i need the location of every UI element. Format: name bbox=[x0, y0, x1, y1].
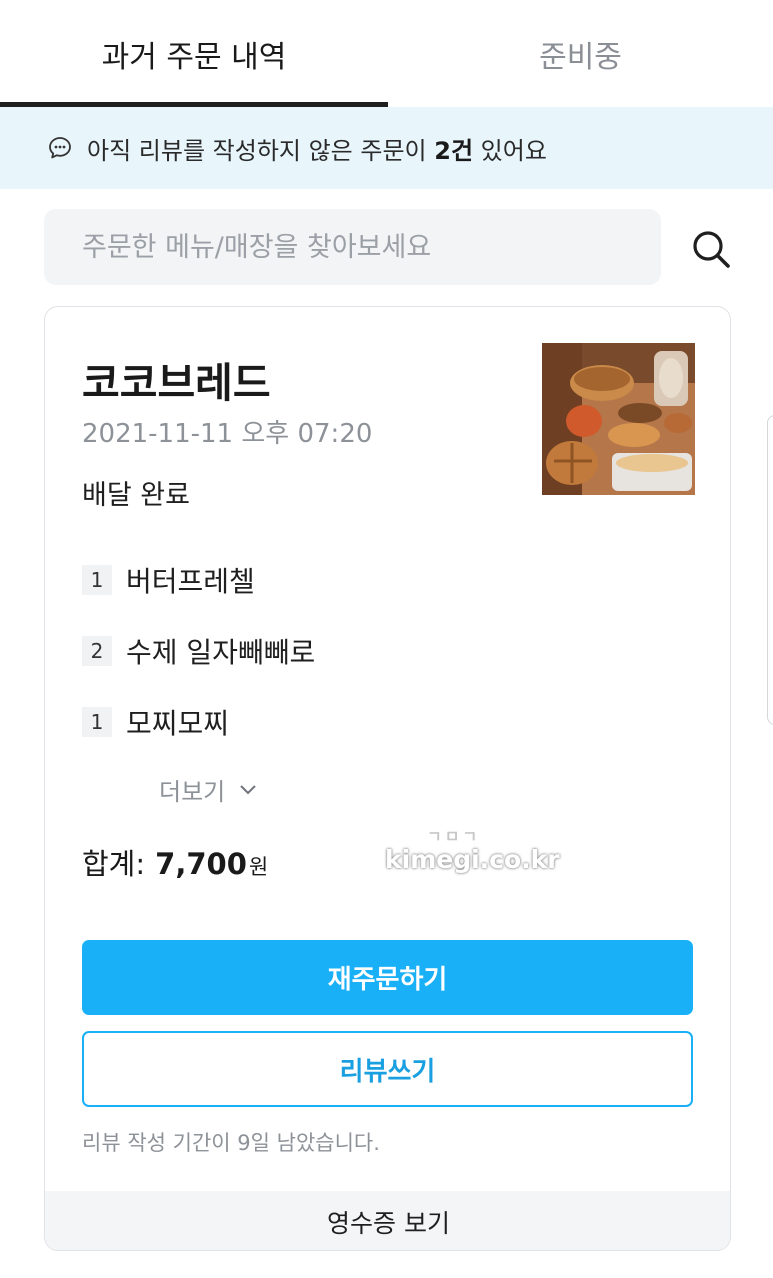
watermark-text: kimegi.co.kr bbox=[385, 845, 560, 874]
total-currency-unit: 원 bbox=[248, 855, 269, 879]
chevron-down-icon bbox=[240, 784, 256, 794]
search-input[interactable] bbox=[82, 231, 642, 263]
order-date: 2021-11-11 오후 07:20 bbox=[82, 419, 373, 449]
order-item: 2 수제 일자빼빼로 bbox=[82, 631, 315, 671]
item-name: 모찌모찌 bbox=[126, 707, 230, 740]
watermark-logo-text: ㄱㅁㄱ bbox=[427, 827, 481, 846]
notice-text-prefix: 아직 리뷰를 작성하지 않은 주문이 bbox=[87, 136, 435, 165]
view-receipt-button[interactable]: 영수증 보기 bbox=[45, 1191, 730, 1250]
item-name: 수제 일자빼빼로 bbox=[126, 636, 316, 669]
watermark: ㄱㅁㄱ kimegi.co.kr bbox=[385, 823, 560, 883]
order-item: 1 모찌모찌 bbox=[82, 702, 229, 742]
order-item: 1 버터프레첼 bbox=[82, 560, 255, 600]
chat-bubble-icon bbox=[49, 137, 71, 159]
store-name[interactable]: 코코브레드 bbox=[82, 349, 271, 409]
item-quantity: 1 bbox=[82, 565, 112, 595]
item-quantity: 2 bbox=[82, 636, 112, 666]
scroll-hint-edge bbox=[767, 415, 773, 725]
order-card: 코코브레드 2021-11-11 오후 07:20 배달 완료 1 버터프레첼 … bbox=[44, 306, 731, 1251]
item-quantity: 1 bbox=[82, 707, 112, 737]
search-box bbox=[44, 209, 661, 285]
review-period-text: 리뷰 작성 기간이 9일 남았습니다. bbox=[82, 1131, 380, 1155]
total-amount: 7,700 bbox=[155, 847, 247, 881]
item-name: 버터프레첼 bbox=[126, 565, 255, 598]
more-items-label: 더보기 bbox=[159, 778, 226, 806]
tab-preparing[interactable]: 준비중 bbox=[388, 0, 773, 107]
order-status: 배달 완료 bbox=[82, 480, 190, 511]
reorder-button[interactable]: 재주문하기 bbox=[82, 940, 693, 1015]
review-notice-banner: 아직 리뷰를 작성하지 않은 주문이 2건 있어요 bbox=[0, 107, 773, 189]
search-icon[interactable] bbox=[690, 228, 732, 270]
notice-text-suffix: 있어요 bbox=[473, 136, 547, 165]
notice-count: 2건 bbox=[434, 136, 474, 165]
store-thumbnail-image bbox=[542, 343, 695, 495]
total-label: 합계: bbox=[82, 847, 146, 881]
write-review-button[interactable]: 리뷰쓰기 bbox=[82, 1031, 693, 1107]
tab-bar: 과거 주문 내역 준비중 bbox=[0, 0, 773, 107]
order-total: 합계: 7,700 원 bbox=[82, 841, 268, 883]
tab-past-orders[interactable]: 과거 주문 내역 bbox=[0, 0, 388, 107]
more-items-button[interactable]: 더보기 bbox=[159, 772, 257, 807]
